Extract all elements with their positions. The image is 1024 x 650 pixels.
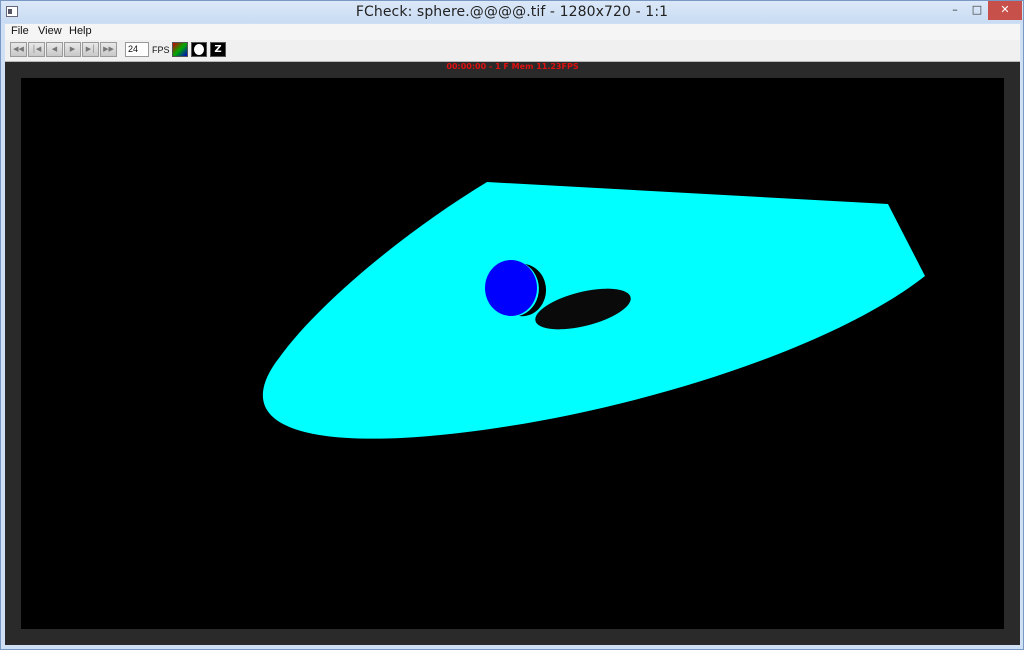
alpha-channel-icon[interactable] [191,42,207,57]
play-backward-icon[interactable]: ◀ [46,42,63,57]
step-back-icon[interactable]: │◀ [28,42,45,57]
menu-bar: File View Help [5,24,1020,41]
window-title: FCheck: sphere.@@@@.tif - 1280x720 - 1:1 [355,4,669,20]
render-scene [262,182,926,439]
image-viewport[interactable]: 00:00:00 - 1 F Mem 11.23FPS [5,62,1020,645]
close-button[interactable]: ✕ [988,1,1022,20]
playback-status: 00:00:00 - 1 F Mem 11.23FPS [446,62,579,71]
fast-forward-to-end-icon[interactable]: ▶▶ [100,42,117,57]
menu-view[interactable]: View [38,25,62,37]
fcheck-window: FCheck: sphere.@@@@.tif - 1280x720 - 1:1… [0,0,1024,650]
fps-label: FPS [152,45,170,55]
maximize-button[interactable]: □ [966,1,988,20]
menu-file[interactable]: File [11,25,29,37]
menu-help[interactable]: Help [69,25,92,37]
step-forward-icon[interactable]: ▶│ [82,42,99,57]
title-bar[interactable]: FCheck: sphere.@@@@.tif - 1280x720 - 1:1… [1,1,1023,23]
minimize-button[interactable]: – [944,1,966,20]
rewind-to-start-icon[interactable]: ◀◀ [10,42,27,57]
z-depth-icon[interactable]: Z [210,42,226,57]
toolbar: ◀◀ │◀ ◀ ▶ ▶│ ▶▶ 24 FPS Z [5,40,1020,62]
fps-input[interactable]: 24 [125,42,149,57]
play-forward-icon[interactable]: ▶ [64,42,81,57]
sphere [485,260,537,316]
rendered-image[interactable] [21,78,1004,629]
rgb-channels-icon[interactable] [172,42,188,57]
